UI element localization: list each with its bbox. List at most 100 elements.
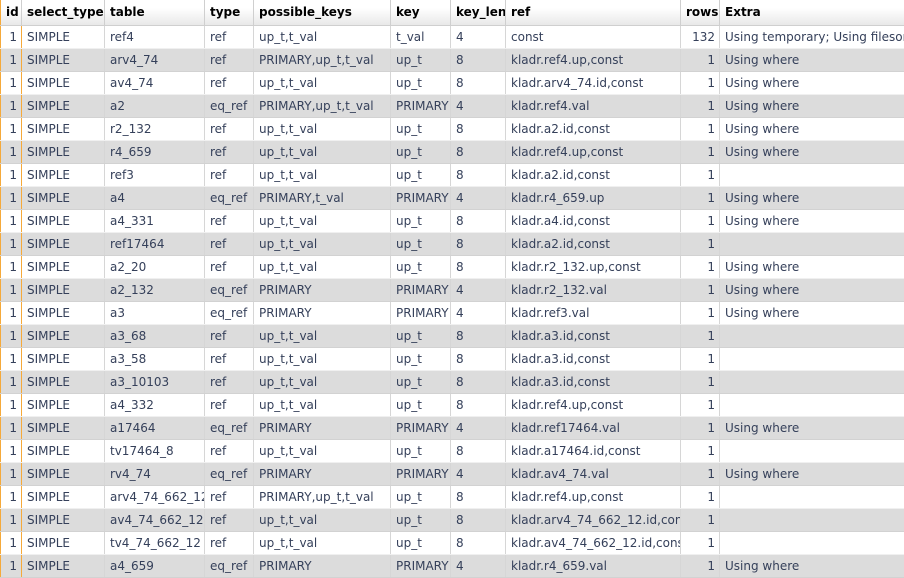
cell-rows: 1 — [681, 95, 720, 118]
cell-rows: 1 — [681, 348, 720, 371]
cell-select_type: SIMPLE — [22, 187, 105, 210]
table-row[interactable]: 1SIMPLEref4refup_t,t_valt_val4const132Us… — [1, 26, 904, 49]
cell-extra — [720, 440, 904, 463]
cell-ref: kladr.a3.id,const — [506, 325, 681, 348]
table-row[interactable]: 1SIMPLEa2_20refup_t,t_valup_t8kladr.r2_1… — [1, 256, 904, 279]
column-header-ref[interactable]: ref — [506, 0, 681, 26]
table-row[interactable]: 1SIMPLEref17464refup_t,t_valup_t8kladr.a… — [1, 233, 904, 256]
cell-possible_keys: PRIMARY — [254, 302, 391, 325]
table-row[interactable]: 1SIMPLEtv4_74_662_12refup_t,t_valup_t8kl… — [1, 532, 904, 555]
cell-table: r4_659 — [105, 141, 205, 164]
table-row[interactable]: 1SIMPLEa2_132eq_refPRIMARYPRIMARY4kladr.… — [1, 279, 904, 302]
cell-possible_keys: up_t,t_val — [254, 164, 391, 187]
cell-possible_keys: up_t,t_val — [254, 348, 391, 371]
table-row[interactable]: 1SIMPLEr4_659refup_t,t_valup_t8kladr.ref… — [1, 141, 904, 164]
cell-extra: Using where — [720, 49, 904, 72]
table-row[interactable]: 1SIMPLEr2_132refup_t,t_valup_t8kladr.a2.… — [1, 118, 904, 141]
cell-rows: 1 — [681, 279, 720, 302]
column-header-key[interactable]: key — [391, 0, 451, 26]
cell-type: ref — [205, 118, 254, 141]
cell-key: up_t — [391, 118, 451, 141]
cell-type: ref — [205, 371, 254, 394]
cell-select_type: SIMPLE — [22, 371, 105, 394]
table-row[interactable]: 1SIMPLEa2eq_refPRIMARY,up_t,t_valPRIMARY… — [1, 95, 904, 118]
cell-id: 1 — [1, 279, 22, 302]
cell-type: ref — [205, 486, 254, 509]
cell-rows: 1 — [681, 302, 720, 325]
cell-key: PRIMARY — [391, 302, 451, 325]
table-row[interactable]: 1SIMPLEa3eq_refPRIMARYPRIMARY4kladr.ref3… — [1, 302, 904, 325]
cell-id: 1 — [1, 371, 22, 394]
table-row[interactable]: 1SIMPLEa4_332refup_t,t_valup_t8kladr.ref… — [1, 394, 904, 417]
column-header-possible_keys[interactable]: possible_keys — [254, 0, 391, 26]
cell-rows: 1 — [681, 532, 720, 555]
cell-type: ref — [205, 49, 254, 72]
column-header-key_len[interactable]: key_len — [451, 0, 506, 26]
cell-possible_keys: PRIMARY,t_val — [254, 187, 391, 210]
table-row[interactable]: 1SIMPLEa17464eq_refPRIMARYPRIMARY4kladr.… — [1, 417, 904, 440]
cell-key_len: 8 — [451, 348, 506, 371]
table-row[interactable]: 1SIMPLEav4_74_662_12refup_t,t_valup_t8kl… — [1, 509, 904, 532]
table-row[interactable]: 1SIMPLEa4_659eq_refPRIMARYPRIMARY4kladr.… — [1, 555, 904, 578]
column-header-rows[interactable]: rows — [681, 0, 720, 26]
table-row[interactable]: 1SIMPLEa3_58refup_t,t_valup_t8kladr.a3.i… — [1, 348, 904, 371]
cell-rows: 1 — [681, 187, 720, 210]
cell-possible_keys: PRIMARY,up_t,t_val — [254, 95, 391, 118]
cell-id: 1 — [1, 26, 22, 49]
cell-ref: kladr.arv4_74.id,const — [506, 72, 681, 95]
cell-key_len: 4 — [451, 463, 506, 486]
cell-ref: kladr.av4_74_662_12.id,const — [506, 532, 681, 555]
cell-possible_keys: up_t,t_val — [254, 325, 391, 348]
table-row[interactable]: 1SIMPLErv4_74eq_refPRIMARYPRIMARY4kladr.… — [1, 463, 904, 486]
cell-rows: 1 — [681, 486, 720, 509]
cell-possible_keys: up_t,t_val — [254, 440, 391, 463]
table-row[interactable]: 1SIMPLEarv4_74_662_12refPRIMARY,up_t,t_v… — [1, 486, 904, 509]
cell-key_len: 8 — [451, 394, 506, 417]
cell-type: ref — [205, 440, 254, 463]
column-header-extra[interactable]: Extra — [720, 0, 904, 26]
cell-table: a4 — [105, 187, 205, 210]
cell-key_len: 8 — [451, 256, 506, 279]
cell-type: ref — [205, 164, 254, 187]
table-row[interactable]: 1SIMPLEtv17464_8refup_t,t_valup_t8kladr.… — [1, 440, 904, 463]
cell-extra — [720, 486, 904, 509]
cell-table: a3_10103 — [105, 371, 205, 394]
cell-extra: Using where — [720, 463, 904, 486]
cell-key: up_t — [391, 141, 451, 164]
table-row[interactable]: 1SIMPLEref3refup_t,t_valup_t8kladr.a2.id… — [1, 164, 904, 187]
column-header-id[interactable]: id — [1, 0, 22, 26]
cell-extra — [720, 233, 904, 256]
cell-select_type: SIMPLE — [22, 555, 105, 578]
cell-extra: Using where — [720, 555, 904, 578]
cell-ref: kladr.a3.id,const — [506, 348, 681, 371]
table-row[interactable]: 1SIMPLEa3_68refup_t,t_valup_t8kladr.a3.i… — [1, 325, 904, 348]
cell-select_type: SIMPLE — [22, 210, 105, 233]
table-row[interactable]: 1SIMPLEarv4_74refPRIMARY,up_t,t_valup_t8… — [1, 49, 904, 72]
cell-table: a17464 — [105, 417, 205, 440]
cell-ref: kladr.ref4.up,const — [506, 141, 681, 164]
cell-id: 1 — [1, 394, 22, 417]
cell-id: 1 — [1, 210, 22, 233]
table-row[interactable]: 1SIMPLEa4eq_refPRIMARY,t_valPRIMARY4klad… — [1, 187, 904, 210]
column-header-table[interactable]: table — [105, 0, 205, 26]
cell-select_type: SIMPLE — [22, 72, 105, 95]
table-row[interactable]: 1SIMPLEa3_10103refup_t,t_valup_t8kladr.a… — [1, 371, 904, 394]
cell-key_len: 8 — [451, 371, 506, 394]
table-row[interactable]: 1SIMPLEa4_331refup_t,t_valup_t8kladr.a4.… — [1, 210, 904, 233]
cell-key_len: 4 — [451, 279, 506, 302]
column-header-type[interactable]: type — [205, 0, 254, 26]
cell-key: up_t — [391, 72, 451, 95]
cell-extra — [720, 348, 904, 371]
cell-extra — [720, 394, 904, 417]
cell-table: arv4_74_662_12 — [105, 486, 205, 509]
cell-table: a4_331 — [105, 210, 205, 233]
cell-extra: Using where — [720, 279, 904, 302]
column-header-select_type[interactable]: select_type — [22, 0, 105, 26]
cell-possible_keys: up_t,t_val — [254, 509, 391, 532]
table-row[interactable]: 1SIMPLEav4_74refup_t,t_valup_t8kladr.arv… — [1, 72, 904, 95]
cell-key_len: 4 — [451, 26, 506, 49]
cell-type: ref — [205, 394, 254, 417]
cell-table: a2_20 — [105, 256, 205, 279]
cell-key: up_t — [391, 394, 451, 417]
cell-rows: 1 — [681, 118, 720, 141]
